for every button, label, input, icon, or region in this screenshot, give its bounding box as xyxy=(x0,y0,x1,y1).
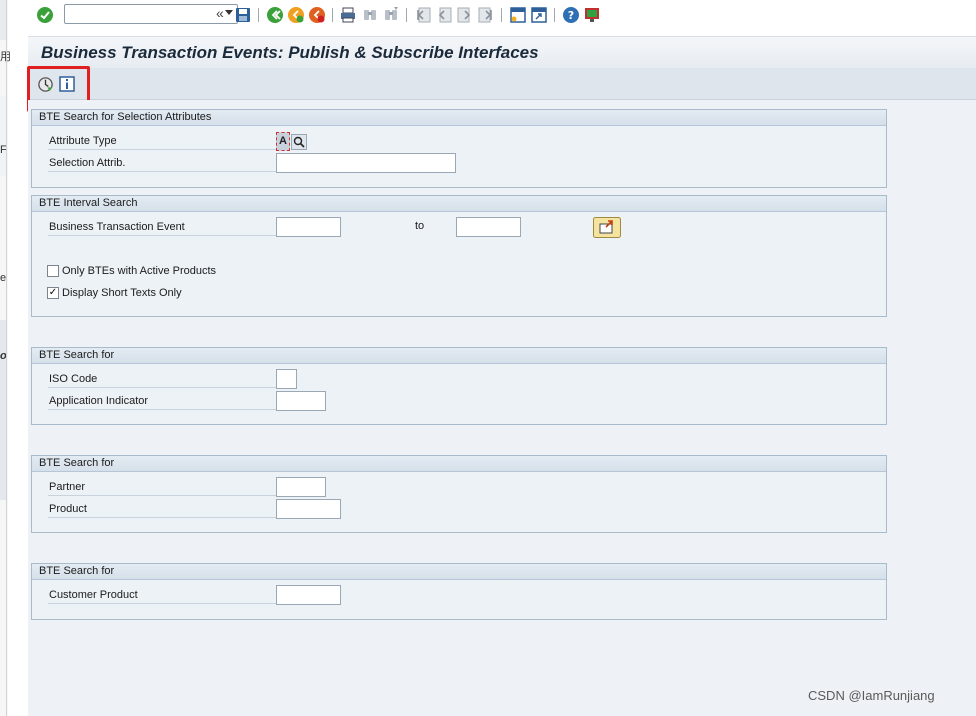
product-label: Product xyxy=(48,501,280,518)
window-edge xyxy=(6,0,7,716)
product-input[interactable] xyxy=(276,499,341,519)
help-icon[interactable]: ? xyxy=(562,6,580,24)
save-icon[interactable] xyxy=(234,6,252,24)
find-icon[interactable] xyxy=(361,6,379,24)
to-label: to xyxy=(415,220,425,232)
search-help-icon[interactable] xyxy=(291,134,307,150)
multiple-selection-button[interactable] xyxy=(593,217,621,238)
toolbar-separator xyxy=(501,8,502,22)
attribute-type-label: Attribute Type xyxy=(48,133,280,150)
group-header: BTE Search for xyxy=(32,456,886,472)
group-header: BTE Search for xyxy=(32,348,886,364)
application-toolbar xyxy=(28,68,976,100)
history-back-button[interactable]: « xyxy=(216,5,224,21)
toolbar-separator xyxy=(554,8,555,22)
group-search-partner: BTE Search for Partner Product xyxy=(31,455,887,533)
shortcut-icon[interactable] xyxy=(530,6,548,24)
enter-icon[interactable] xyxy=(36,6,54,24)
command-field[interactable] xyxy=(64,4,238,24)
prev-page-icon[interactable] xyxy=(435,6,453,24)
selection-attrib-label: Selection Attrib. xyxy=(48,155,280,172)
attribute-type-field[interactable]: A xyxy=(276,132,290,151)
next-page-icon[interactable] xyxy=(456,6,474,24)
toolbar-separator xyxy=(406,8,407,22)
customer-product-label: Customer Product xyxy=(48,587,280,604)
selection-attrib-input[interactable] xyxy=(276,153,456,173)
background-window-strip: 用 F e o xyxy=(0,0,11,716)
svg-text:?: ? xyxy=(568,9,574,22)
partner-label: Partner xyxy=(48,479,280,496)
bte-label: Business Transaction Event xyxy=(48,219,280,236)
group-header: BTE Interval Search xyxy=(32,196,886,212)
back-icon[interactable] xyxy=(266,6,284,24)
group-search-customer: BTE Search for Customer Product xyxy=(31,563,887,620)
partner-input[interactable] xyxy=(276,477,326,497)
group-interval-search: BTE Interval Search Business Transaction… xyxy=(31,195,887,317)
bte-to-input[interactable] xyxy=(456,217,521,237)
print-icon[interactable] xyxy=(339,6,357,24)
customize-layout-icon[interactable] xyxy=(583,6,601,24)
last-page-icon[interactable] xyxy=(477,6,495,24)
group-header: BTE Search for xyxy=(32,564,886,580)
exit-icon[interactable] xyxy=(287,6,305,24)
iso-code-label: ISO Code xyxy=(48,371,280,388)
group-search-iso: BTE Search for ISO Code Application Indi… xyxy=(31,347,887,425)
only-active-label: Only BTEs with Active Products xyxy=(62,265,217,277)
toolbar-separator xyxy=(258,8,259,22)
application-indicator-label: Application Indicator xyxy=(48,393,280,410)
only-active-checkbox[interactable] xyxy=(47,265,59,277)
toolbar-separator xyxy=(332,8,333,22)
page-title: Business Transaction Events: Publish & S… xyxy=(41,43,539,62)
short-texts-checkbox[interactable]: ✓ xyxy=(47,287,59,299)
bte-from-input[interactable] xyxy=(276,217,341,237)
customer-product-input[interactable] xyxy=(276,585,341,605)
short-texts-label: Display Short Texts Only xyxy=(62,287,182,299)
first-page-icon[interactable] xyxy=(414,6,432,24)
title-bar: Business Transaction Events: Publish & S… xyxy=(28,36,976,68)
find-next-icon[interactable] xyxy=(382,6,400,24)
cancel-icon[interactable] xyxy=(308,6,326,24)
group-header: BTE Search for Selection Attributes xyxy=(32,110,886,126)
application-indicator-input[interactable] xyxy=(276,391,326,411)
create-session-icon[interactable] xyxy=(509,6,527,24)
iso-code-input[interactable] xyxy=(276,369,297,389)
chevron-down-icon[interactable] xyxy=(225,10,233,15)
system-toolbar: « ? xyxy=(28,0,976,30)
group-selection-attributes: BTE Search for Selection Attributes Attr… xyxy=(31,109,887,188)
watermark: CSDN @IamRunjiang xyxy=(808,688,935,703)
